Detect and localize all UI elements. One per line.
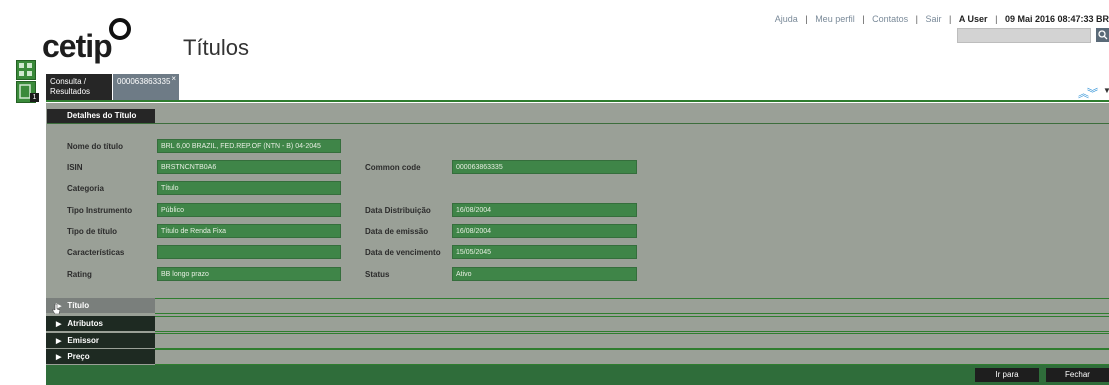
rating-field[interactable]: BB longo prazo — [157, 267, 341, 281]
caracteristicas-field[interactable] — [157, 245, 341, 259]
profile-link[interactable]: Meu perfil — [815, 14, 855, 24]
tab-underline — [46, 100, 1109, 102]
categoria-label: Categoria — [67, 184, 104, 193]
section-preco-header[interactable]: ▶ Preço — [46, 349, 155, 364]
section-atributos-bar — [155, 316, 1109, 332]
go-to-button[interactable]: Ir para — [975, 368, 1039, 382]
title-details-panel: Detalhes do Título Nome do título BRL 6,… — [46, 103, 1109, 385]
isin-field[interactable]: BRSTNCNTB0A6 — [157, 160, 341, 174]
section-titulo[interactable]: ▶ Título — [46, 298, 1109, 314]
chevron-down-icon[interactable]: ▼ — [1103, 86, 1109, 95]
data-vencimento-field[interactable]: 15/05/2045 — [452, 245, 637, 259]
search-input[interactable] — [957, 28, 1091, 43]
triangle-right-icon: ▶ — [56, 354, 62, 361]
section-titulo-bar — [155, 298, 1109, 314]
common-code-field[interactable]: 000063863335 — [452, 160, 637, 174]
cetip-logo: cetip — [42, 10, 132, 64]
nome-label: Nome do título — [67, 142, 123, 151]
window-count-badge: 1 — [30, 93, 39, 102]
hand-cursor-icon — [52, 304, 60, 314]
tab-consulta-resultados[interactable]: Consulta / Resultados — [46, 74, 112, 100]
logout-link[interactable]: Sair — [925, 14, 941, 24]
top-links: Ajuda | Meu perfil | Contatos | Sair | A… — [774, 14, 1109, 24]
contacts-link[interactable]: Contatos — [872, 14, 908, 24]
grid-icon[interactable] — [16, 60, 36, 80]
caracteristicas-label: Características — [67, 248, 125, 257]
collapse-all-icon[interactable]: ︽︾ — [1078, 85, 1098, 101]
tipo-titulo-field[interactable]: Título de Renda Fixa — [157, 224, 341, 238]
triangle-right-icon: ▶ — [56, 338, 62, 345]
help-link[interactable]: Ajuda — [775, 14, 798, 24]
status-label: Status — [365, 270, 390, 279]
data-vencimento-label: Data de vencimento — [365, 248, 441, 257]
details-divider — [47, 123, 1109, 124]
tipo-instrumento-field[interactable]: Público — [157, 203, 341, 217]
logo-text: cetip — [42, 28, 113, 64]
section-emissor-bar — [155, 333, 1109, 349]
action-bar: Ir para Fechar — [46, 365, 1109, 385]
data-distribuicao-field[interactable]: 16/08/2004 — [452, 203, 637, 217]
triangle-right-icon: ▶ — [56, 321, 62, 328]
data-emissao-field[interactable]: 16/08/2004 — [452, 224, 637, 238]
search-button[interactable] — [1096, 28, 1109, 42]
logo-ring-icon — [109, 18, 131, 40]
search-icon — [1098, 30, 1108, 40]
section-label: Emissor — [67, 336, 99, 345]
tab-titulo-000063863335[interactable]: 000063863335 × — [113, 74, 179, 100]
section-atributos[interactable]: ▶ Atributos — [46, 316, 1109, 332]
section-titulo-header[interactable]: ▶ Título — [46, 298, 155, 313]
section-preco[interactable]: ▶ Preço — [46, 349, 1109, 365]
rating-label: Rating — [67, 270, 92, 279]
tab-detalhes-do-titulo[interactable]: Detalhes do Título — [47, 109, 155, 123]
section-label: Atributos — [67, 319, 103, 328]
status-field[interactable]: Ativo — [452, 267, 637, 281]
nome-field[interactable]: BRL 6,00 BRAZIL, FED.REP.OF (NTN - B) 04… — [157, 139, 341, 153]
data-distribuicao-label: Data Distribuição — [365, 206, 431, 215]
close-button[interactable]: Fechar — [1046, 368, 1109, 382]
page-title: Títulos — [183, 35, 250, 60]
section-emissor[interactable]: ▶ Emissor — [46, 333, 1109, 349]
section-atributos-header[interactable]: ▶ Atributos — [46, 316, 155, 331]
close-tab-icon[interactable]: × — [171, 74, 176, 84]
section-label: Preço — [67, 352, 90, 361]
isin-label: ISIN — [67, 163, 83, 172]
tab-label: 000063863335 — [117, 77, 171, 86]
section-preco-bar — [155, 349, 1109, 365]
tipo-instrumento-label: Tipo Instrumento — [67, 206, 133, 215]
categoria-field[interactable]: Título — [157, 181, 341, 195]
tipo-titulo-label: Tipo de título — [67, 227, 118, 236]
section-emissor-header[interactable]: ▶ Emissor — [46, 333, 155, 348]
user-name: A User — [958, 14, 988, 24]
datetime: 09 Mai 2016 08:47:33 BR — [1004, 14, 1109, 24]
data-emissao-label: Data de emissão — [365, 227, 429, 236]
section-label: Título — [67, 301, 90, 310]
common-code-label: Common code — [365, 163, 421, 172]
